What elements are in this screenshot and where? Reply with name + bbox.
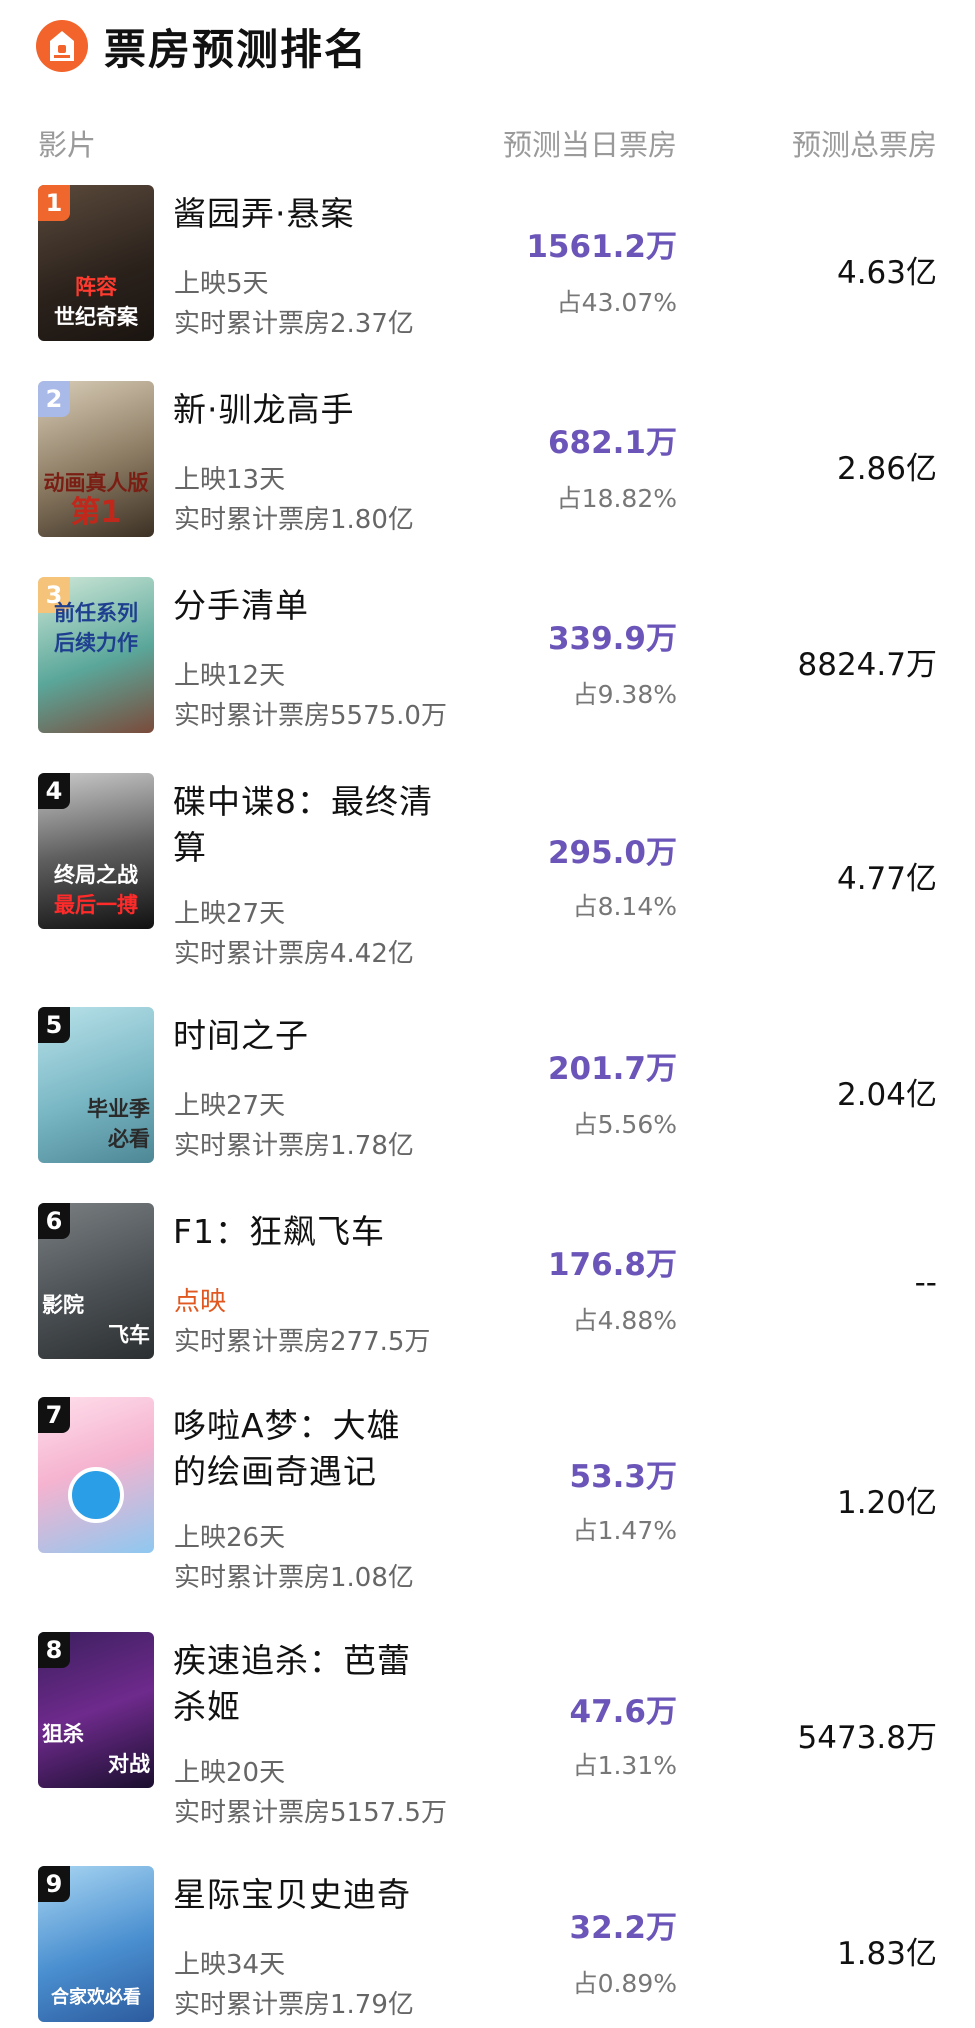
poster-character-icon bbox=[68, 1467, 124, 1523]
page-title: 票房预测排名 bbox=[104, 24, 369, 74]
predicted-day-box: 47.6万 bbox=[569, 1694, 678, 1730]
movie-poster[interactable]: 4 终局之战 最后一搏 bbox=[38, 773, 154, 929]
movie-name[interactable]: 哆啦A梦：大雄的绘画奇遇记 bbox=[173, 1403, 433, 1495]
poster-caption-top: 影院 bbox=[42, 1293, 84, 1317]
movie-poster[interactable]: 2 动画真人版 第1 bbox=[38, 381, 154, 537]
release-days: 上映20天 bbox=[174, 1758, 286, 1788]
predicted-day-box: 339.9万 bbox=[547, 621, 677, 657]
movie-name[interactable]: 分手清单 bbox=[173, 583, 433, 629]
poster-caption: 必看 bbox=[108, 1127, 150, 1151]
preview-screening-label: 点映 bbox=[174, 1287, 227, 1317]
release-days: 上映12天 bbox=[174, 661, 286, 691]
predicted-day-box: 295.0万 bbox=[547, 835, 677, 871]
poster-caption-top: 狙杀 bbox=[42, 1722, 84, 1746]
movie-name[interactable]: 酱园弄·悬案 bbox=[173, 191, 433, 237]
poster-caption-top: 前任系列 bbox=[54, 601, 138, 625]
predicted-day-box: 1561.2万 bbox=[526, 229, 677, 265]
predicted-total-box: -- bbox=[914, 1265, 937, 1301]
cumulative-box-office: 实时累计票房2.37亿 bbox=[174, 309, 414, 339]
box-share: 占43.07% bbox=[556, 288, 677, 317]
predicted-total-box: 4.63亿 bbox=[836, 255, 937, 291]
movie-name[interactable]: 碟中谍8：最终清算 bbox=[173, 779, 433, 871]
poster-caption: 最后一搏 bbox=[54, 893, 138, 917]
box-share: 占4.88% bbox=[572, 1306, 677, 1335]
poster-caption: 世纪奇案 bbox=[54, 305, 138, 329]
movie-name[interactable]: 新·驯龙高手 bbox=[173, 387, 433, 433]
predicted-total-box: 1.83亿 bbox=[836, 1936, 937, 1972]
movie-name[interactable]: 星际宝贝史迪奇 bbox=[173, 1872, 433, 1918]
predicted-day-box: 32.2万 bbox=[569, 1910, 678, 1946]
box-share: 占8.14% bbox=[572, 892, 677, 921]
cumulative-box-office: 实时累计票房1.80亿 bbox=[174, 505, 414, 535]
rank-badge: 4 bbox=[38, 773, 70, 809]
poster-caption-top: 动画真人版 bbox=[43, 471, 149, 495]
release-days: 上映26天 bbox=[174, 1523, 286, 1553]
poster-caption: 飞车 bbox=[108, 1323, 150, 1347]
cumulative-box-office: 实时累计票房1.78亿 bbox=[174, 1131, 414, 1161]
box-share: 占18.82% bbox=[556, 484, 677, 513]
release-days: 上映34天 bbox=[174, 1950, 286, 1980]
app-logo-icon bbox=[36, 20, 88, 72]
predicted-day-box: 176.8万 bbox=[547, 1247, 677, 1283]
movie-poster[interactable]: 1 阵容 世纪奇案 bbox=[38, 185, 154, 341]
movie-poster[interactable]: 6 影院 飞车 bbox=[38, 1203, 154, 1359]
movie-name[interactable]: 疾速追杀：芭蕾杀姬 bbox=[173, 1638, 433, 1730]
predicted-total-box: 4.77亿 bbox=[836, 861, 937, 897]
release-days: 上映27天 bbox=[174, 899, 286, 929]
poster-caption: 对战 bbox=[108, 1752, 150, 1776]
rank-badge: 8 bbox=[38, 1632, 70, 1668]
movie-poster[interactable]: 3 前任系列 后续力作 bbox=[38, 577, 154, 733]
predicted-total-box: 5473.8万 bbox=[797, 1720, 937, 1756]
cumulative-box-office: 实时累计票房1.79亿 bbox=[174, 1990, 414, 2020]
column-header-film: 影片 bbox=[38, 128, 97, 162]
rank-badge: 6 bbox=[38, 1203, 70, 1239]
predicted-total-box: 8824.7万 bbox=[797, 647, 937, 683]
column-header-total-box: 预测总票房 bbox=[791, 128, 937, 162]
predicted-total-box: 1.20亿 bbox=[836, 1485, 937, 1521]
header: 票房预测排名 bbox=[36, 16, 368, 76]
poster-caption-top: 毕业季 bbox=[87, 1097, 150, 1121]
rank-badge: 7 bbox=[38, 1397, 70, 1433]
cumulative-box-office: 实时累计票房1.08亿 bbox=[174, 1563, 414, 1593]
movie-poster[interactable]: 8 狙杀 对战 bbox=[38, 1632, 154, 1788]
cumulative-box-office: 实时累计票房5575.0万 bbox=[174, 701, 447, 731]
rank-badge: 5 bbox=[38, 1007, 70, 1043]
box-share: 占5.56% bbox=[572, 1110, 677, 1139]
rank-badge: 9 bbox=[38, 1866, 70, 1902]
box-share: 占1.31% bbox=[572, 1751, 677, 1780]
rank-badge: 2 bbox=[38, 381, 70, 417]
movie-name[interactable]: F1：狂飙飞车 bbox=[173, 1209, 433, 1255]
cumulative-box-office: 实时累计票房277.5万 bbox=[174, 1327, 431, 1357]
column-header-day-box: 预测当日票房 bbox=[502, 128, 677, 162]
poster-caption-top: 终局之战 bbox=[54, 863, 138, 887]
predicted-total-box: 2.86亿 bbox=[836, 451, 937, 487]
movie-poster[interactable]: 7 bbox=[38, 1397, 154, 1553]
movie-poster[interactable]: 5 毕业季 必看 bbox=[38, 1007, 154, 1163]
box-share: 占9.38% bbox=[572, 680, 677, 709]
box-share: 占0.89% bbox=[572, 1969, 677, 1998]
predicted-day-box: 53.3万 bbox=[569, 1459, 678, 1495]
release-days: 上映5天 bbox=[174, 269, 269, 299]
release-days: 上映27天 bbox=[174, 1091, 286, 1121]
predicted-day-box: 682.1万 bbox=[547, 425, 677, 461]
movie-name[interactable]: 时间之子 bbox=[173, 1013, 433, 1059]
poster-caption: 后续力作 bbox=[54, 631, 138, 655]
poster-caption: 合家欢必看 bbox=[51, 1987, 141, 2008]
poster-caption: 第1 bbox=[70, 495, 122, 530]
cumulative-box-office: 实时累计票房4.42亿 bbox=[174, 939, 414, 969]
movie-poster[interactable]: 9 合家欢必看 bbox=[38, 1866, 154, 2022]
rank-badge: 1 bbox=[38, 185, 70, 221]
predicted-day-box: 201.7万 bbox=[547, 1051, 677, 1087]
predicted-total-box: 2.04亿 bbox=[836, 1077, 937, 1113]
release-days: 上映13天 bbox=[174, 465, 286, 495]
cumulative-box-office: 实时累计票房5157.5万 bbox=[174, 1798, 447, 1828]
box-share: 占1.47% bbox=[572, 1516, 677, 1545]
